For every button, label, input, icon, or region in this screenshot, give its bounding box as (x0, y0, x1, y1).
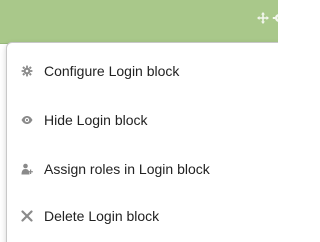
assign-role-icon (21, 163, 33, 175)
menu-item-label: Assign roles in Login block (44, 161, 210, 177)
block-actions-screen: Configure Login block Hide Login block A… (0, 0, 278, 242)
gear-icon[interactable] (272, 11, 278, 25)
gear-icon (21, 65, 33, 77)
menu-item-assign-roles[interactable]: Assign roles in Login block (7, 154, 278, 184)
menu-item-configure[interactable]: Configure Login block (7, 56, 278, 86)
menu-item-label: Delete Login block (44, 208, 160, 224)
delete-icon (21, 210, 33, 222)
menu-item-label: Configure Login block (44, 63, 180, 79)
menu-item-delete[interactable]: Delete Login block (7, 201, 278, 231)
block-controls (256, 11, 278, 25)
eye-icon (21, 114, 33, 126)
block-header (0, 0, 278, 44)
menu-item-hide[interactable]: Hide Login block (7, 105, 278, 135)
move-icon[interactable] (256, 11, 270, 25)
block-actions-menu: Configure Login block Hide Login block A… (6, 42, 278, 242)
menu-item-label: Hide Login block (44, 112, 148, 128)
